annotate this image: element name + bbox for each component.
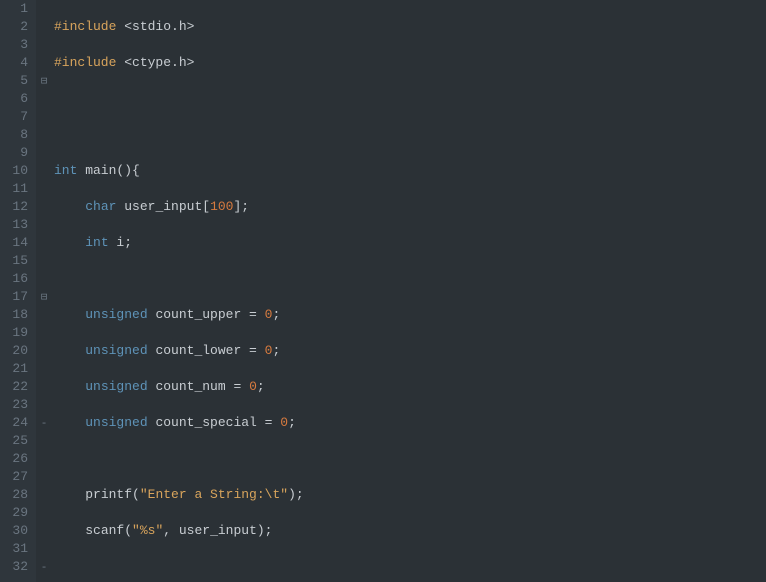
code-line[interactable]: scanf("%s", user_input); [54,522,766,540]
line-number: 31 [6,540,28,558]
line-number: 13 [6,216,28,234]
code-line[interactable]: int i; [54,234,766,252]
line-number: 1 [6,0,28,18]
punctuation: ); [288,487,304,502]
line-number: 2 [6,18,28,36]
type-keyword: int [85,235,108,250]
number-literal: 100 [210,199,233,214]
punctuation: ; [272,343,280,358]
function-name: main [77,163,116,178]
line-number: 12 [6,198,28,216]
function-call: printf [85,487,132,502]
punctuation: (){ [116,163,139,178]
line-number: 32 [6,558,28,576]
punctuation: ; [257,379,265,394]
preprocessor-token: #include [54,19,124,34]
line-number: 29 [6,504,28,522]
line-number: 11 [6,180,28,198]
code-line[interactable]: printf("Enter a String:\t"); [54,486,766,504]
line-number: 5 [6,72,28,90]
identifier: count_lower = [148,343,265,358]
include-path: <ctype.h> [124,55,194,70]
code-line[interactable] [54,270,766,288]
line-number: 7 [6,108,28,126]
code-line[interactable] [54,450,766,468]
preprocessor-token: #include [54,55,124,70]
line-number: 30 [6,522,28,540]
identifier: , user_input); [163,523,272,538]
line-number: 9 [6,144,28,162]
identifier: count_upper = [148,307,265,322]
identifier: count_num = [148,379,249,394]
line-number: 25 [6,432,28,450]
type-keyword: char [85,199,116,214]
line-number: 10 [6,162,28,180]
number-literal: 0 [280,415,288,430]
line-number: 22 [6,378,28,396]
fold-toggle-icon[interactable]: ⊟ [41,76,48,88]
identifier: user_input [116,199,202,214]
string-literal: "%s" [132,523,163,538]
line-number: 15 [6,252,28,270]
line-number: 24 [6,414,28,432]
type-keyword: unsigned [85,307,147,322]
line-number: 28 [6,486,28,504]
number-literal: 0 [249,379,257,394]
line-number: 27 [6,468,28,486]
code-editor-area[interactable]: #include <stdio.h> #include <ctype.h> in… [52,0,766,582]
punctuation: ; [288,415,296,430]
code-line[interactable] [54,126,766,144]
code-line[interactable]: #include <stdio.h> [54,18,766,36]
line-number: 4 [6,54,28,72]
line-number: 3 [6,36,28,54]
code-line[interactable]: unsigned count_lower = 0; [54,342,766,360]
line-number: 23 [6,396,28,414]
code-line[interactable]: unsigned count_upper = 0; [54,306,766,324]
identifier: i; [109,235,132,250]
type-keyword: unsigned [85,343,147,358]
code-line[interactable]: unsigned count_num = 0; [54,378,766,396]
line-number: 21 [6,360,28,378]
line-number: 16 [6,270,28,288]
line-number: 8 [6,126,28,144]
line-number-gutter: 1234567891011121314151617181920212223242… [0,0,36,582]
code-line[interactable]: #include <ctype.h> [54,54,766,72]
line-number: 20 [6,342,28,360]
code-line[interactable] [54,558,766,576]
line-number: 14 [6,234,28,252]
fold-toggle-icon[interactable]: ⊟ [41,292,48,304]
line-number: 17 [6,288,28,306]
punctuation: ( [132,487,140,502]
type-keyword: unsigned [85,415,147,430]
code-line[interactable]: int main(){ [54,162,766,180]
code-line[interactable]: char user_input[100]; [54,198,766,216]
fold-end-icon: - [41,418,48,430]
punctuation: ( [124,523,132,538]
punctuation: ]; [233,199,249,214]
type-keyword: unsigned [85,379,147,394]
include-path: <stdio.h> [124,19,194,34]
line-number: 19 [6,324,28,342]
line-number: 26 [6,450,28,468]
code-line[interactable] [54,90,766,108]
punctuation: ; [272,307,280,322]
punctuation: [ [202,199,210,214]
string-literal: "Enter a String:\t" [140,487,288,502]
identifier: count_special = [148,415,281,430]
fold-end-icon: - [41,562,48,574]
line-number: 6 [6,90,28,108]
code-line[interactable]: unsigned count_special = 0; [54,414,766,432]
type-keyword: int [54,163,77,178]
fold-column: ⊟ ⊟ - - [36,0,52,582]
function-call: scanf [85,523,124,538]
line-number: 18 [6,306,28,324]
